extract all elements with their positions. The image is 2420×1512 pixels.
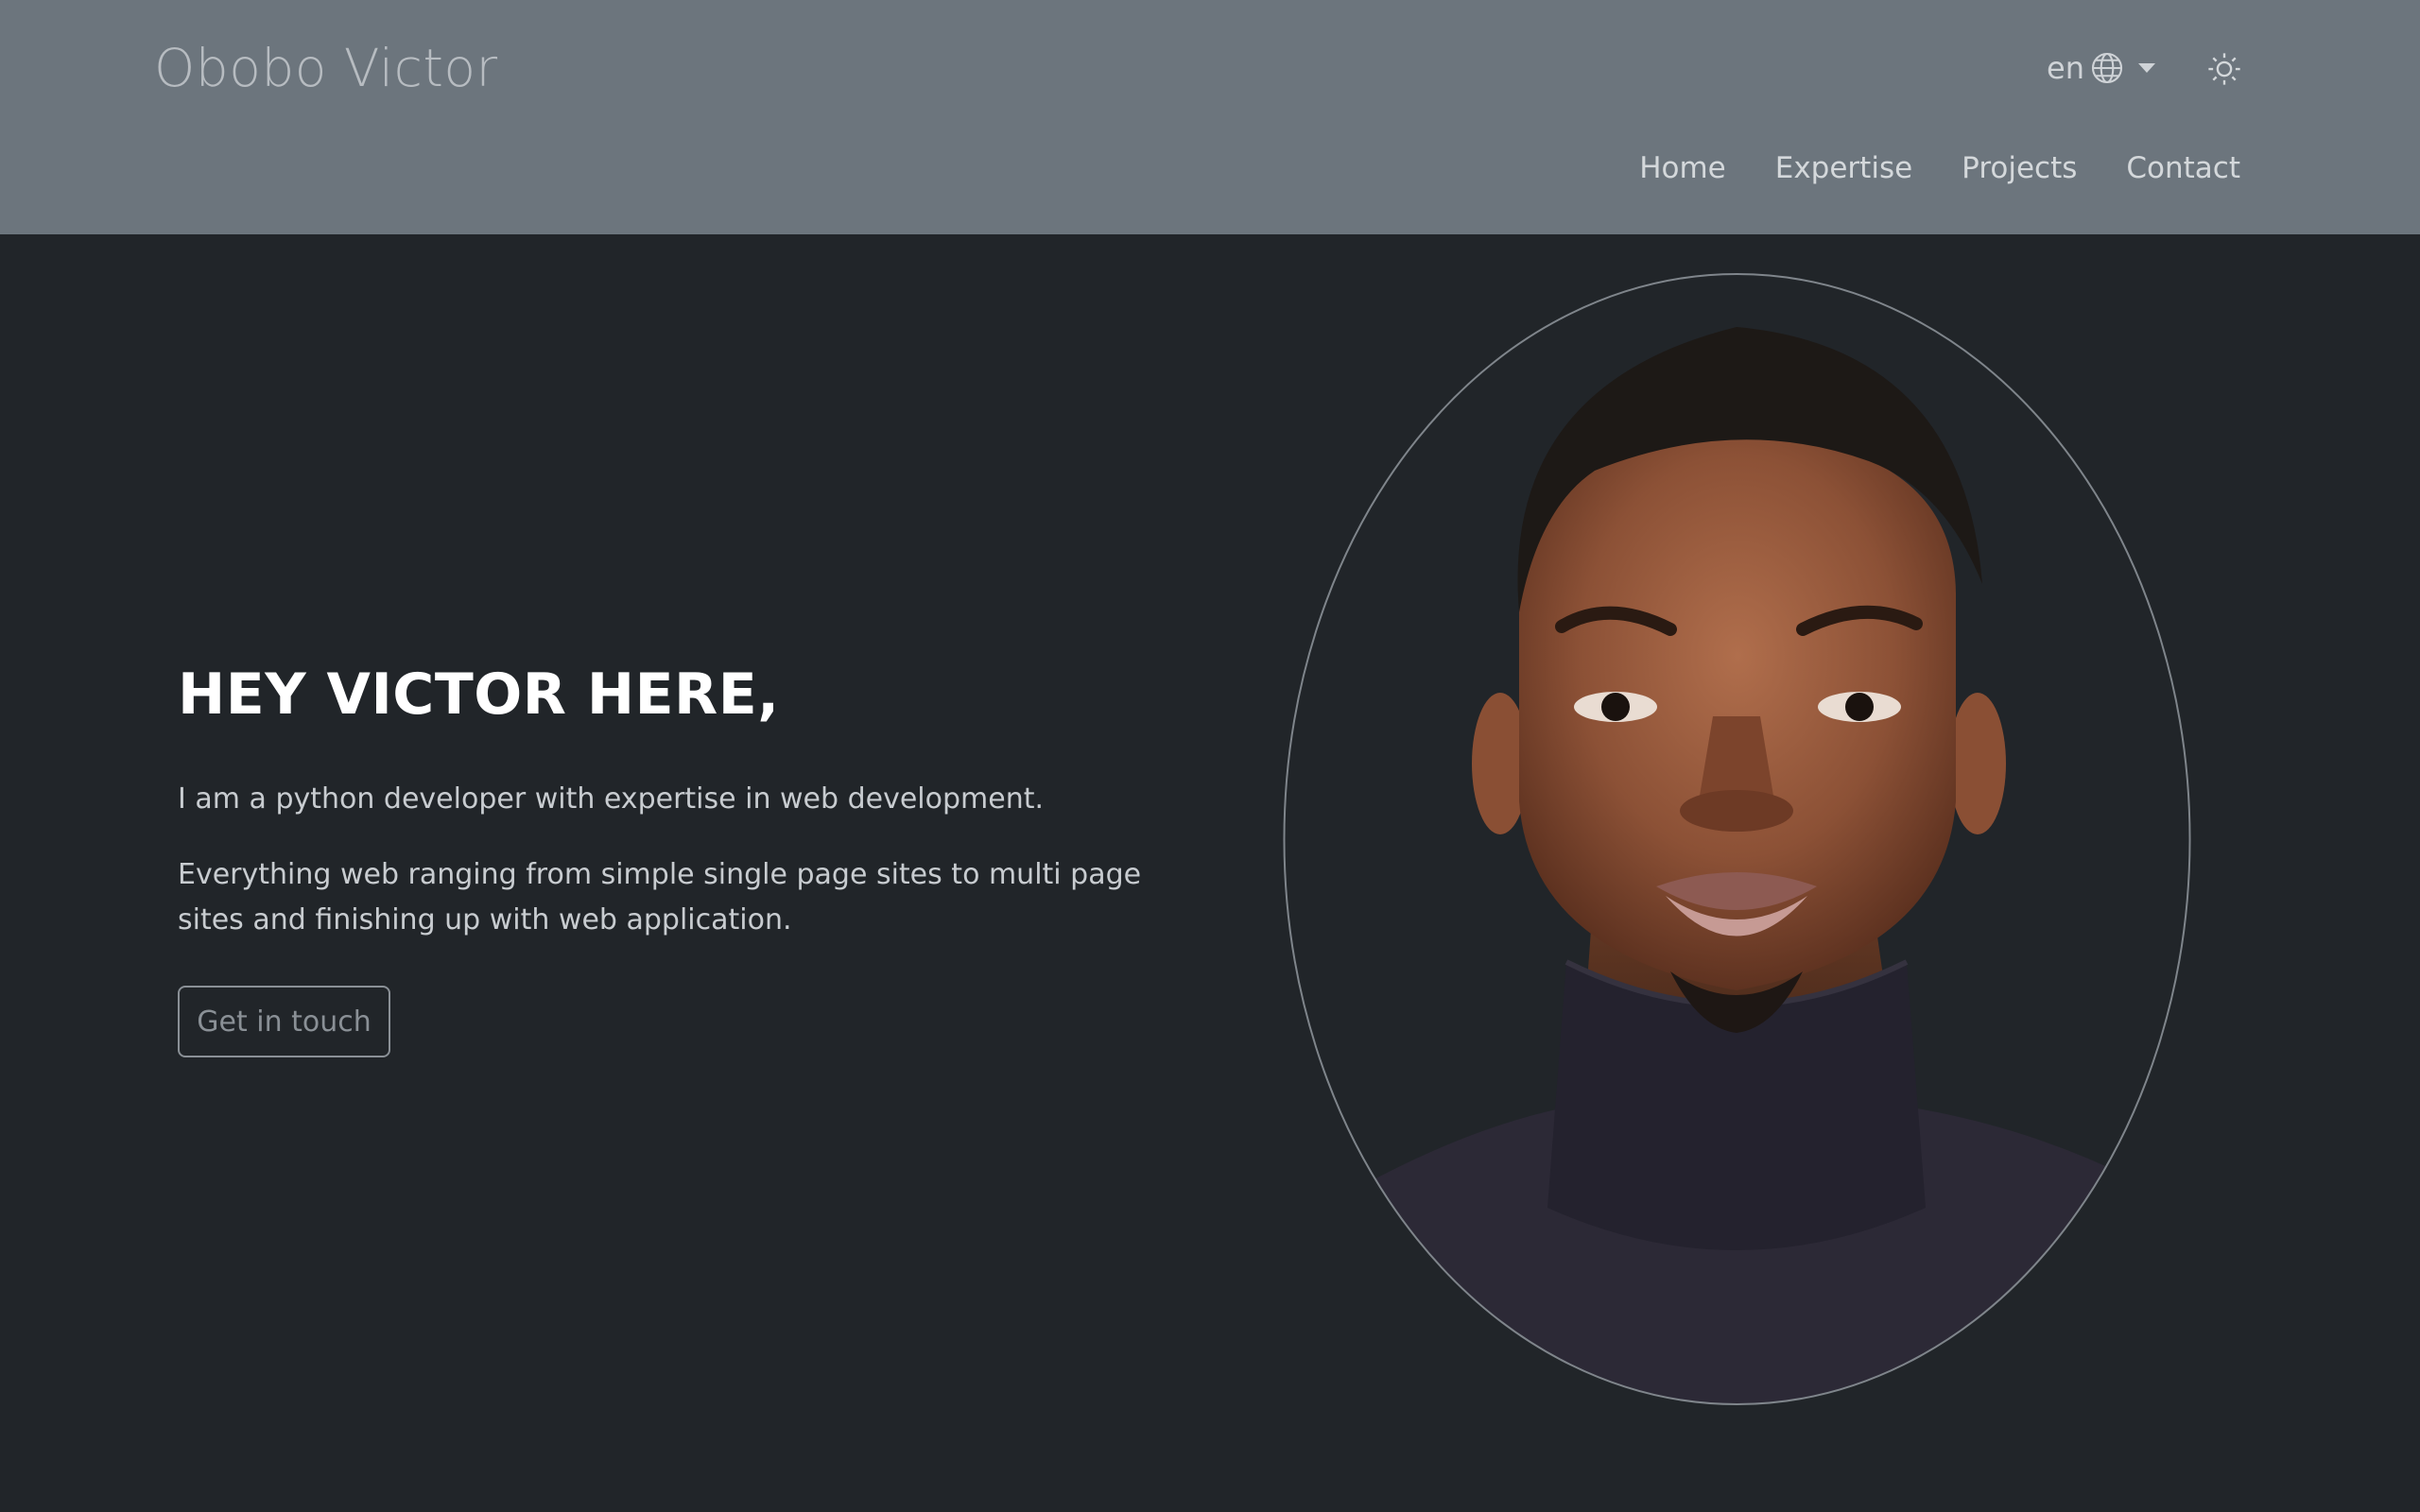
get-in-touch-button[interactable]: Get in touch <box>178 986 390 1057</box>
site-brand[interactable]: Obobo Victor <box>154 38 498 98</box>
nav-contact[interactable]: Contact <box>2126 151 2240 185</box>
nav-projects[interactable]: Projects <box>1962 151 2077 185</box>
site-header: Obobo Victor en Home Expertise Projects … <box>0 0 2420 234</box>
language-code: en <box>2047 50 2084 86</box>
hero-intro: I am a python developer with expertise i… <box>178 782 1045 816</box>
main-nav: Home Expertise Projects Contact <box>1639 151 2240 185</box>
nav-expertise[interactable]: Expertise <box>1775 151 1912 185</box>
hero-title: HEY VICTOR HERE, <box>178 662 780 728</box>
profile-photo <box>1283 273 2191 1405</box>
hero-description: Everything web ranging from simple singl… <box>178 858 1142 936</box>
globe-icon <box>2091 52 2123 84</box>
nav-home[interactable]: Home <box>1639 151 1726 185</box>
language-selector[interactable]: en <box>2047 47 2156 89</box>
chevron-down-icon <box>2137 63 2155 73</box>
sun-icon[interactable] <box>2206 51 2242 87</box>
